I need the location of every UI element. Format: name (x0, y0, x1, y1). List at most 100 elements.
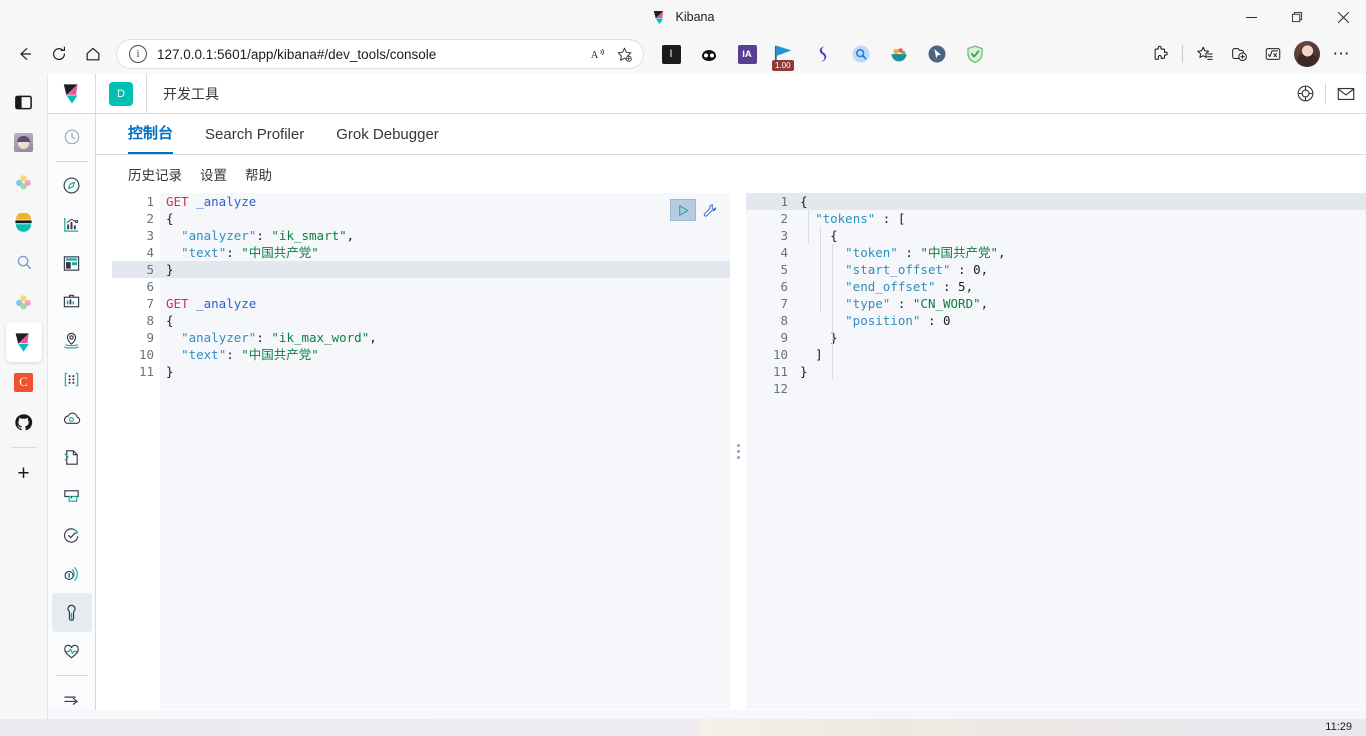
code-line[interactable] (794, 380, 1366, 397)
tab-anime-site[interactable] (6, 122, 42, 162)
breadcrumb[interactable]: 开发工具 (163, 84, 219, 104)
nav-uptime[interactable] (52, 516, 92, 555)
response-code[interactable]: { "tokens" : [ { "token" : "中国共产党", "sta… (794, 193, 1366, 709)
extension-similarweb-icon[interactable] (804, 38, 842, 70)
extension-flag-badge-icon[interactable]: 1.00 (766, 38, 804, 71)
code-line[interactable]: "text": "中国共产党" (160, 244, 730, 261)
subtab-settings[interactable]: 设置 (200, 164, 227, 184)
maximize-restore-button[interactable] (1274, 0, 1320, 34)
address-bar[interactable]: i 127.0.0.1:5601/app/kibana#/dev_tools/c… (116, 39, 644, 69)
extension-search-bubble-icon[interactable] (842, 38, 880, 70)
help-lifebuoy-icon[interactable] (1285, 74, 1325, 114)
kibana-header: D 开发工具 (48, 73, 1366, 114)
nav-recently-viewed[interactable] (52, 118, 92, 157)
subtab-history[interactable]: 历史记录 (128, 164, 182, 184)
code-line[interactable]: "text": "中国共产党" (160, 346, 730, 363)
tab-c-app[interactable]: C (6, 362, 42, 402)
taskbar-clock[interactable]: 11:29 (1325, 719, 1352, 736)
code-line[interactable]: "start_offset" : 0, (794, 261, 1366, 278)
nav-visualize[interactable] (52, 205, 92, 244)
code-line[interactable]: } (160, 261, 730, 278)
kibana-home-logo[interactable] (48, 73, 96, 114)
code-line[interactable]: { (160, 312, 730, 329)
nav-apm[interactable] (52, 477, 92, 516)
tab-console[interactable]: 控制台 (112, 122, 189, 154)
tab-search[interactable] (6, 242, 42, 282)
editor-splitter[interactable] (730, 193, 746, 709)
code-line[interactable]: GET _analyze (160, 193, 730, 210)
tab-github[interactable] (6, 402, 42, 442)
add-tab-group-icon[interactable] (1222, 39, 1256, 69)
extension-lastpass-icon[interactable]: ⵏ (652, 38, 690, 70)
code-line[interactable]: "position" : 0 (794, 312, 1366, 329)
nav-maps[interactable] (52, 321, 92, 360)
code-line[interactable]: "tokens" : [ (794, 210, 1366, 227)
code-line[interactable]: "end_offset" : 5, (794, 278, 1366, 295)
code-line[interactable]: "analyzer": "ik_smart", (160, 227, 730, 244)
extension-adblock-icon[interactable] (690, 38, 728, 70)
collections-icon[interactable] (1188, 39, 1222, 69)
nav-infrastructure[interactable] (52, 399, 92, 438)
code-token: : (226, 347, 242, 362)
newsfeed-envelope-icon[interactable] (1326, 74, 1366, 114)
nav-discover[interactable] (52, 166, 92, 205)
extensions-puzzle-icon[interactable] (1143, 39, 1177, 69)
code-line[interactable]: } (160, 363, 730, 380)
request-code[interactable]: GET _analyze{ "analyzer": "ik_smart", "t… (160, 193, 730, 709)
code-line[interactable]: "analyzer": "ik_max_word", (160, 329, 730, 346)
minimize-button[interactable] (1228, 0, 1274, 34)
close-button[interactable] (1320, 0, 1366, 34)
add-tab-button[interactable]: + (6, 453, 42, 493)
code-token: ] (815, 347, 823, 362)
code-line[interactable]: "token" : "中国共产党", (794, 244, 1366, 261)
profile-avatar[interactable] (1290, 39, 1324, 69)
code-token: 0 (973, 262, 981, 277)
code-line[interactable] (160, 278, 730, 295)
code-token: { (166, 313, 174, 328)
nav-dev-tools[interactable] (51, 593, 92, 633)
extension-fruit-bowl-icon[interactable] (880, 38, 918, 70)
response-editor[interactable]: 1▾2▾3▾4 5 6 7 89▴10▴11▴12 { "tokens" : [ { "… (746, 193, 1366, 709)
code-line[interactable]: ] (794, 346, 1366, 363)
extension-adguard-icon[interactable] (956, 38, 994, 70)
code-line[interactable]: } (794, 363, 1366, 380)
nav-machine-learning[interactable] (52, 360, 92, 399)
nav-monitoring[interactable] (52, 632, 92, 671)
tab-search-profiler[interactable]: Search Profiler (189, 126, 320, 154)
subtab-help[interactable]: 帮助 (245, 164, 272, 184)
nav-dashboard[interactable] (52, 244, 92, 283)
home-button[interactable] (76, 39, 110, 69)
extension-cursor-icon[interactable] (918, 38, 956, 70)
tab-grok-debugger[interactable]: Grok Debugger (320, 126, 455, 154)
tab-flower-app-2[interactable] (6, 282, 42, 322)
back-button[interactable] (8, 39, 42, 69)
refresh-button[interactable] (42, 39, 76, 69)
nav-canvas[interactable] (52, 282, 92, 321)
console-options-wrench-button[interactable] (698, 199, 720, 221)
send-request-play-button[interactable] (670, 199, 696, 221)
nav-logs[interactable] (52, 438, 92, 477)
request-editor[interactable]: 12▾345▴678▾91011▴ GET _analyze{ "analyze… (112, 193, 730, 709)
active-tab-title[interactable]: Kibana (652, 10, 714, 25)
tab-kibana[interactable] (5, 322, 42, 362)
code-line[interactable]: { (794, 193, 1366, 210)
code-line[interactable]: } (794, 329, 1366, 346)
code-line[interactable]: { (794, 227, 1366, 244)
add-favorite-icon[interactable] (611, 41, 637, 67)
tab-search-panel[interactable] (6, 82, 42, 122)
url-text[interactable]: 127.0.0.1:5601/app/kibana#/dev_tools/con… (157, 47, 585, 62)
tab-elastic[interactable] (6, 202, 42, 242)
extension-ia-writer-icon[interactable]: IA (728, 38, 766, 70)
tab-flower-app-1[interactable] (6, 162, 42, 202)
math-solver-icon[interactable] (1256, 39, 1290, 69)
space-badge[interactable]: D (109, 81, 133, 106)
nav-siem[interactable] (52, 555, 92, 594)
code-line[interactable]: { (160, 210, 730, 227)
code-line[interactable]: GET _analyze (160, 295, 730, 312)
windows-taskbar: 11:29 (0, 719, 1366, 736)
site-info-icon[interactable]: i (129, 45, 147, 63)
code-line[interactable]: "type" : "CN_WORD", (794, 295, 1366, 312)
read-aloud-icon[interactable]: A (585, 41, 611, 67)
settings-more-icon[interactable]: ⋯ (1324, 39, 1358, 69)
